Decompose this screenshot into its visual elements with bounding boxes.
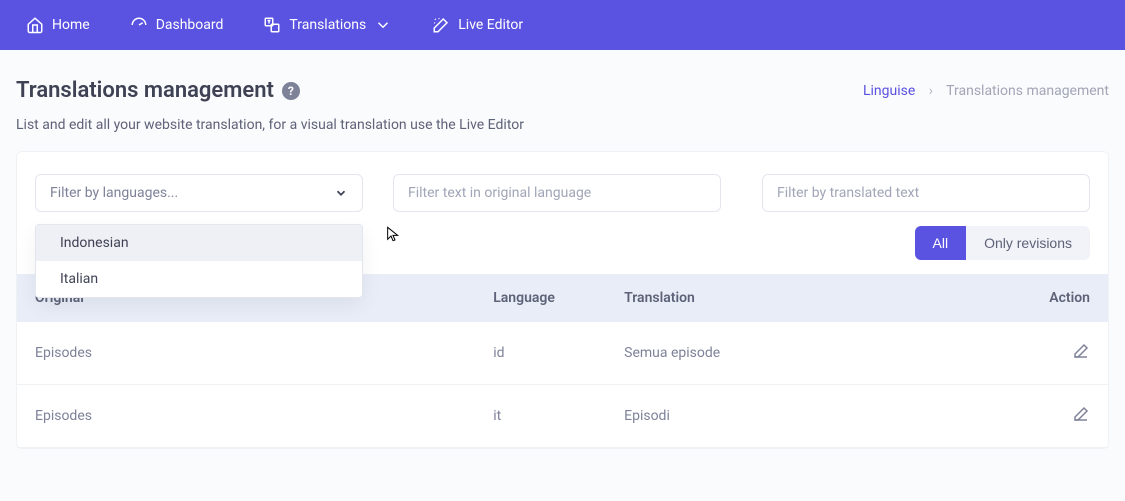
cell-original: Episodes xyxy=(17,385,475,448)
breadcrumb-sep: › xyxy=(929,83,933,99)
translations-table: Original Language Translation Action Epi… xyxy=(17,274,1108,448)
filter-card: Filter by languages... Indonesian Italia… xyxy=(16,151,1109,449)
help-icon[interactable]: ? xyxy=(282,82,300,100)
nav-home[interactable]: Home xyxy=(10,8,106,42)
col-translation: Translation xyxy=(606,274,999,322)
language-option-italian[interactable]: Italian xyxy=(36,261,362,297)
table-row: Episodes it Episodi xyxy=(17,385,1108,448)
language-option-indonesian[interactable]: Indonesian xyxy=(36,225,362,261)
cell-language: id xyxy=(475,322,606,385)
edit-icon[interactable] xyxy=(1072,405,1090,423)
nav-home-label: Home xyxy=(52,17,90,33)
cell-original: Episodes xyxy=(17,322,475,385)
edit-icon[interactable] xyxy=(1072,342,1090,360)
nav-live-editor[interactable]: Live Editor xyxy=(416,8,539,42)
breadcrumb-root[interactable]: Linguise xyxy=(863,83,915,99)
toggle-all[interactable]: All xyxy=(915,226,967,260)
nav-translations-label: Translations xyxy=(289,17,366,33)
top-nav: Home Dashboard Translations Live Editor xyxy=(0,0,1125,50)
page-title: Translations management ? xyxy=(16,78,300,103)
breadcrumb: Linguise › Translations management xyxy=(863,83,1109,99)
original-text-filter[interactable] xyxy=(393,174,721,212)
toggle-revisions[interactable]: Only revisions xyxy=(966,226,1090,260)
language-filter[interactable]: Filter by languages... Indonesian Italia… xyxy=(35,174,363,212)
revision-toggle: All Only revisions xyxy=(915,226,1090,260)
translated-text-filter[interactable] xyxy=(762,174,1090,212)
cell-translation: Episodi xyxy=(606,385,999,448)
cell-action xyxy=(999,322,1108,385)
cell-action xyxy=(999,385,1108,448)
col-language: Language xyxy=(475,274,606,322)
wand-icon xyxy=(432,16,450,34)
home-icon xyxy=(26,16,44,34)
cell-translation: Semua episode xyxy=(606,322,999,385)
translate-icon xyxy=(263,16,281,34)
page-subtitle: List and edit all your website translati… xyxy=(0,113,1125,151)
filter-row: Filter by languages... Indonesian Italia… xyxy=(17,174,1108,226)
cell-language: it xyxy=(475,385,606,448)
page-title-text: Translations management xyxy=(16,78,274,103)
breadcrumb-current: Translations management xyxy=(946,83,1109,99)
table-row: Episodes id Semua episode xyxy=(17,322,1108,385)
chevron-down-icon xyxy=(374,16,392,34)
page-header: Translations management ? Linguise › Tra… xyxy=(0,50,1125,113)
language-dropdown: Indonesian Italian xyxy=(35,224,363,298)
gauge-icon xyxy=(130,16,148,34)
chevron-down-icon xyxy=(334,186,348,200)
language-filter-box[interactable]: Filter by languages... xyxy=(35,174,363,212)
nav-translations[interactable]: Translations xyxy=(247,8,408,42)
nav-dashboard[interactable]: Dashboard xyxy=(114,8,240,42)
col-action: Action xyxy=(999,274,1108,322)
nav-dashboard-label: Dashboard xyxy=(156,17,224,33)
language-filter-placeholder: Filter by languages... xyxy=(50,185,178,201)
nav-live-editor-label: Live Editor xyxy=(458,17,523,33)
